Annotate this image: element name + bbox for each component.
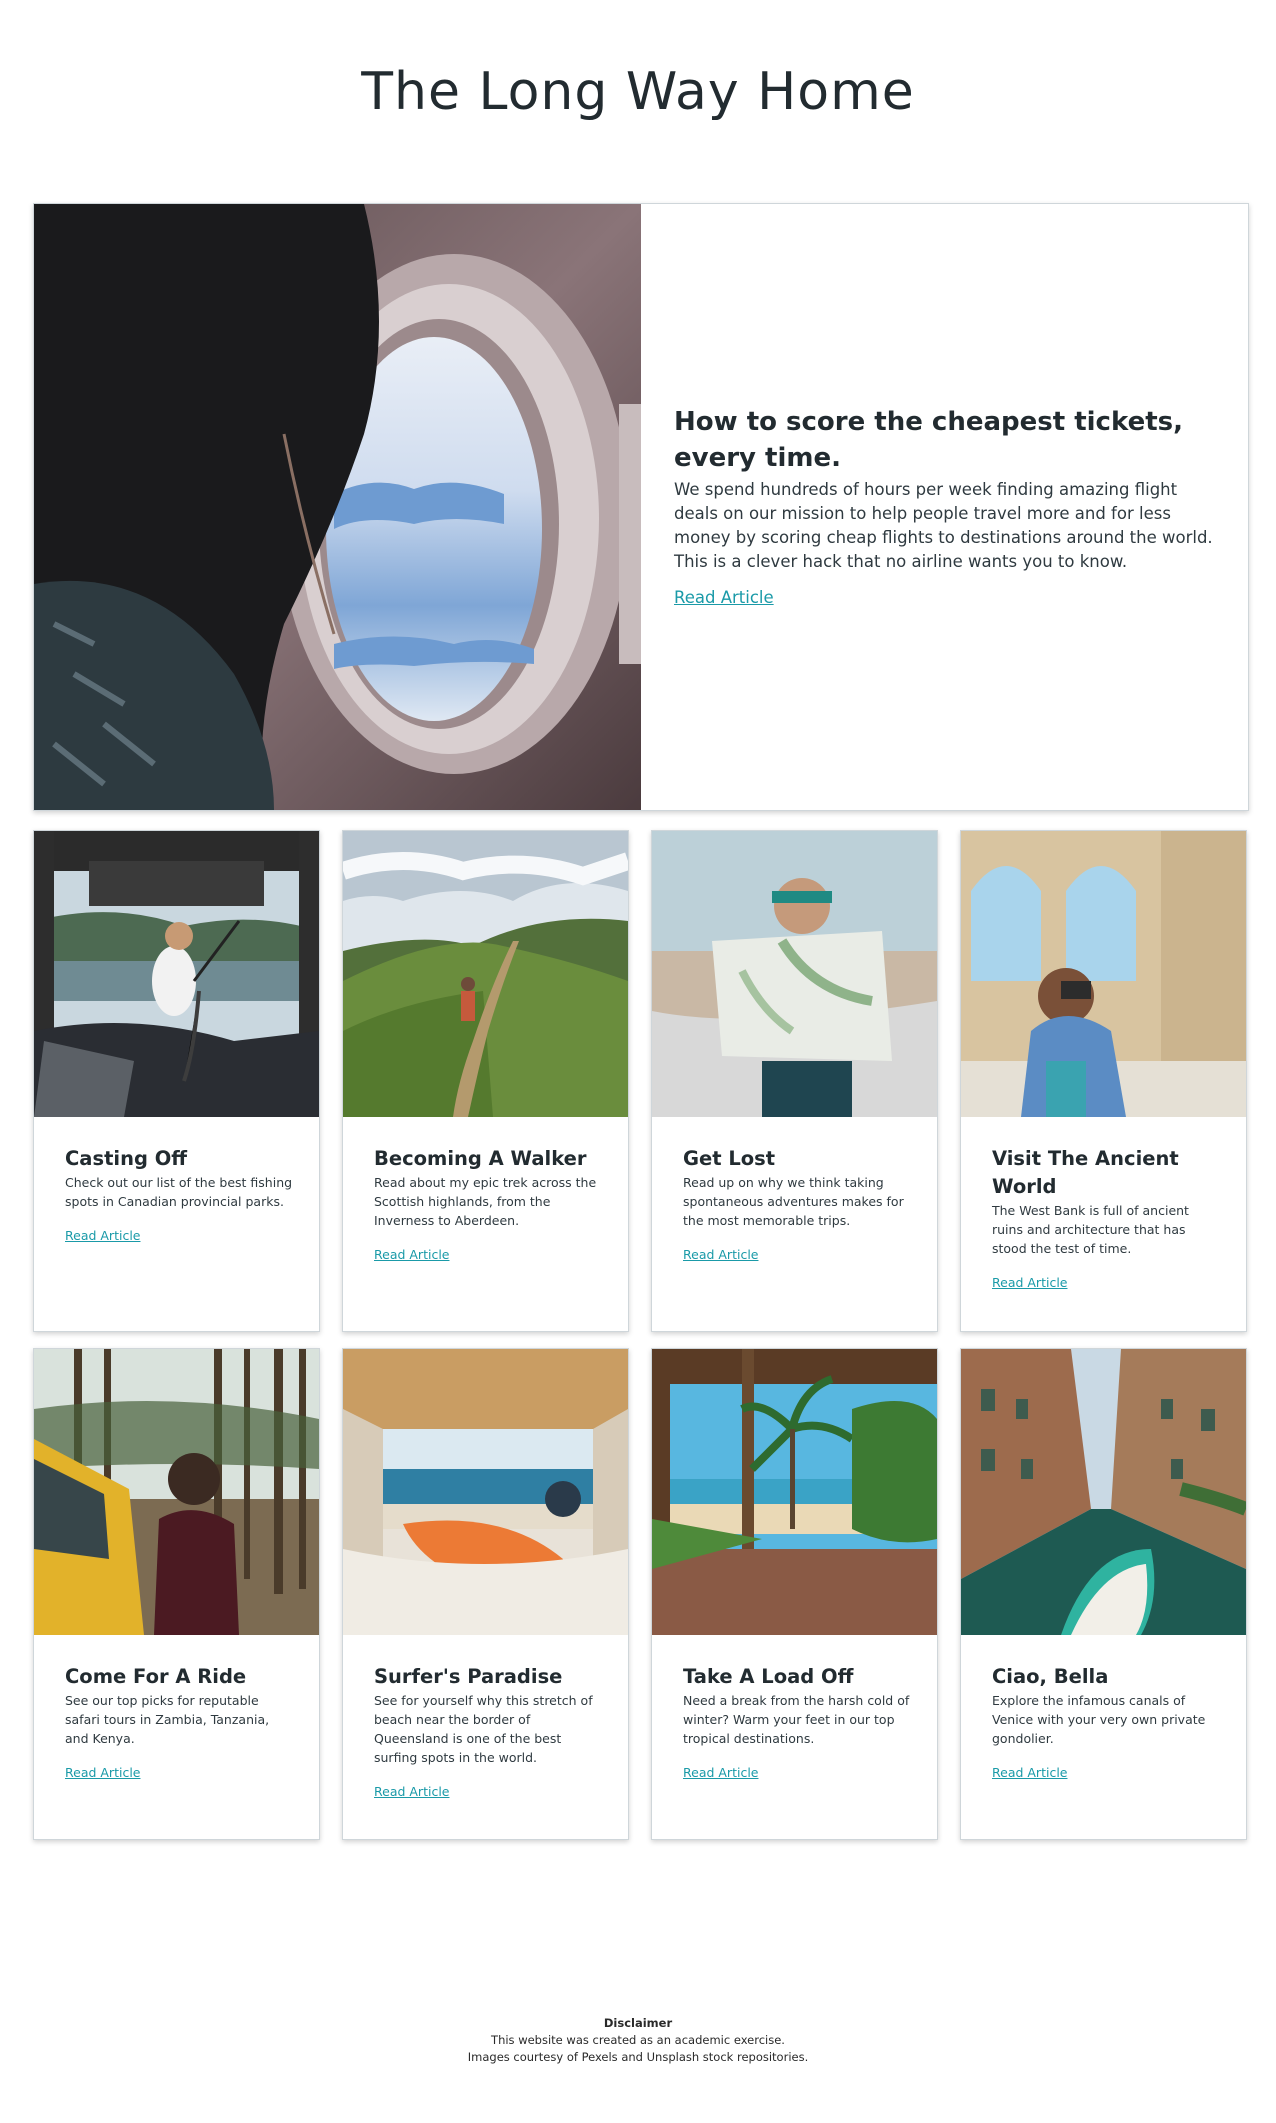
article-card-body: Come For A Ride See our top picks for re… [65,1663,295,1781]
featured-article-text: We spend hundreds of hours per week find… [674,480,1213,571]
article-card-casting-off: Casting Off Check out our list of the be… [33,830,320,1332]
featured-read-article-link[interactable]: Read Article [674,588,774,607]
venice-canal-photo [961,1349,1246,1635]
article-summary: Need a break from the harsh cold of wint… [683,1693,910,1746]
article-title: Take A Load Off [683,1665,854,1688]
disclaimer-line-2: Images courtesy of Pexels and Unsplash s… [467,2050,809,2064]
article-summary: Read about my epic trek across the Scott… [374,1175,597,1228]
van-surfboard-beach-photo [343,1349,628,1635]
featured-article-card: How to score the cheapest tickets, every… [33,203,1249,811]
ancient-ruins-photo [961,831,1246,1117]
read-article-link[interactable]: Read Article [65,1765,140,1780]
article-card-body: Get Lost Read up on why we think taking … [683,1145,913,1263]
read-article-link[interactable]: Read Article [992,1275,1067,1290]
article-title: Ciao, Bella [992,1665,1109,1688]
read-article-link[interactable]: Read Article [683,1247,758,1262]
van-fishing-photo [34,831,319,1117]
article-card-body: Visit The Ancient World The West Bank is… [992,1145,1222,1291]
read-article-link[interactable]: Read Article [65,1228,140,1243]
article-summary: See our top picks for reputable safari t… [65,1693,270,1746]
article-card-body: Casting Off Check out our list of the be… [65,1145,295,1244]
article-card-ciao-bella: Ciao, Bella Explore the infamous canals … [960,1348,1247,1840]
disclaimer-title: Disclaimer [603,2016,673,2030]
disclaimer-line-1: This website was created as an academic … [491,2033,785,2047]
article-card-body: Surfer's Paradise See for yourself why t… [374,1663,604,1800]
site-title: The Long Way Home [361,62,915,122]
article-card-body: Becoming A Walker Read about my epic tre… [374,1145,604,1263]
article-card-visit-the-ancient-world: Visit The Ancient World The West Bank is… [960,830,1247,1332]
article-card-becoming-a-walker: Becoming A Walker Read about my epic tre… [342,830,629,1332]
article-title: Surfer's Paradise [374,1665,563,1688]
read-article-link[interactable]: Read Article [374,1784,449,1799]
article-card-take-a-load-off: Take A Load Off Need a break from the ha… [651,1348,938,1840]
article-card-get-lost: Get Lost Read up on why we think taking … [651,830,938,1332]
article-summary: See for yourself why this stretch of bea… [374,1693,593,1765]
featured-article-content: How to score the cheapest tickets, every… [674,404,1219,607]
featured-article-title: How to score the cheapest tickets, every… [674,407,1183,473]
article-title: Get Lost [683,1147,776,1170]
read-article-link[interactable]: Read Article [374,1247,449,1262]
woman-with-map-photo [652,831,937,1117]
article-summary: Read up on why we think taking spontaneo… [683,1175,904,1228]
article-summary: Check out our list of the best fishing s… [65,1175,293,1209]
article-card-surfers-paradise: Surfer's Paradise See for yourself why t… [342,1348,629,1840]
article-title: Casting Off [65,1147,188,1170]
article-card-come-for-a-ride: Come For A Ride See our top picks for re… [33,1348,320,1840]
article-title: Visit The Ancient World [992,1147,1179,1198]
article-summary: Explore the infamous canals of Venice wi… [992,1693,1206,1746]
article-title: Come For A Ride [65,1665,247,1688]
forest-van-photo [34,1349,319,1635]
read-article-link[interactable]: Read Article [992,1765,1067,1780]
read-article-link[interactable]: Read Article [683,1765,758,1780]
article-summary: The West Bank is full of ancient ruins a… [992,1203,1189,1256]
article-title: Becoming A Walker [374,1147,587,1170]
highland-trail-photo [343,831,628,1117]
footer: Disclaimer This website was created as a… [0,2015,1276,2066]
article-card-body: Ciao, Bella Explore the infamous canals … [992,1663,1222,1781]
article-card-body: Take A Load Off Need a break from the ha… [683,1663,913,1781]
airplane-window-photo [34,204,641,810]
tropical-beach-photo [652,1349,937,1635]
